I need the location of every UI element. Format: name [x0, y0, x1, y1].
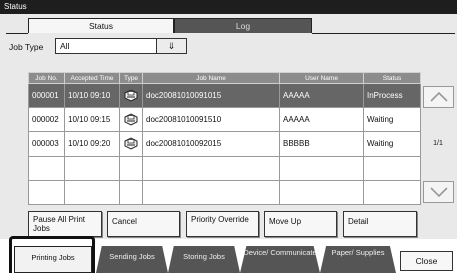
tab-device-communicate[interactable]: Device/ Communicate	[240, 246, 320, 273]
table-row[interactable]: 000001 10/10 09:10 doc20081010091015 AAA…	[28, 82, 421, 109]
job-type-label: Job Type	[9, 42, 44, 52]
tab-log[interactable]: Log	[174, 18, 312, 33]
user-name: AAAAA	[279, 82, 364, 109]
user-name: AAAAA	[279, 107, 364, 133]
table-row-empty	[28, 155, 421, 181]
tab-status[interactable]: Status	[28, 18, 174, 33]
job-number: 000001	[28, 82, 65, 109]
table-row-empty	[28, 179, 421, 206]
scroll-up-button[interactable]	[423, 86, 454, 108]
column-header: Job No.	[28, 72, 65, 84]
table-row[interactable]: 000003 10/10 09:20 doc20081010092015 BBB…	[28, 131, 421, 157]
job-name: doc20081010091510	[142, 107, 280, 133]
cancel-button[interactable]: Cancel	[107, 211, 180, 237]
detail-button[interactable]: Detail	[343, 211, 417, 237]
tab-sending-jobs[interactable]: Sending Jobs	[96, 246, 168, 273]
user-name: BBBBB	[279, 131, 364, 157]
accepted-time: 10/10 09:20	[64, 131, 120, 157]
chevron-up-icon	[429, 91, 448, 102]
close-button[interactable]: Close	[400, 251, 453, 271]
job-status: Waiting	[363, 131, 421, 157]
priority-override-button[interactable]: Priority Override	[186, 211, 259, 237]
column-header: User Name	[279, 72, 364, 84]
page-indicator: 1/1	[433, 140, 443, 147]
move-up-button[interactable]: Move Up	[264, 211, 337, 237]
tab-storing-jobs[interactable]: Storing Jobs	[168, 246, 240, 273]
column-header: Status	[363, 72, 421, 84]
tab-divider	[312, 33, 455, 34]
print-job-icon	[124, 113, 138, 126]
job-number: 000002	[28, 107, 65, 133]
table-header: Job No. Accepted Time Type Job Name User…	[28, 72, 421, 84]
column-header: Job Name	[142, 72, 280, 84]
accepted-time: 10/10 09:10	[64, 82, 120, 109]
column-header: Accepted Time	[64, 72, 120, 84]
double-chevron-down-icon[interactable]: ⇓	[156, 39, 186, 53]
job-type-select[interactable]: All ⇓	[55, 38, 187, 54]
column-header: Type	[119, 72, 143, 84]
job-status: InProcess	[363, 82, 421, 109]
job-type-value: All	[60, 41, 70, 51]
tab-divider	[6, 33, 28, 34]
chevron-down-icon	[429, 187, 448, 198]
job-table: Job No. Accepted Time Type Job Name User…	[28, 72, 421, 206]
accepted-time: 10/10 09:15	[64, 107, 120, 133]
job-name: doc20081010092015	[142, 131, 280, 157]
scroll-down-button[interactable]	[423, 181, 454, 203]
table-row[interactable]: 000002 10/10 09:15 doc20081010091510 AAA…	[28, 107, 421, 133]
print-job-icon	[124, 89, 138, 102]
window-title: Status	[0, 0, 457, 14]
job-name: doc20081010091015	[142, 82, 280, 109]
job-status: Waiting	[363, 107, 421, 133]
job-number: 000003	[28, 131, 65, 157]
print-job-icon	[124, 137, 138, 150]
pause-all-print-jobs-button[interactable]: Pause All Print Jobs	[28, 211, 102, 237]
selection-highlight	[9, 236, 95, 273]
tab-paper-supplies[interactable]: Paper/ Supplies	[320, 246, 396, 273]
